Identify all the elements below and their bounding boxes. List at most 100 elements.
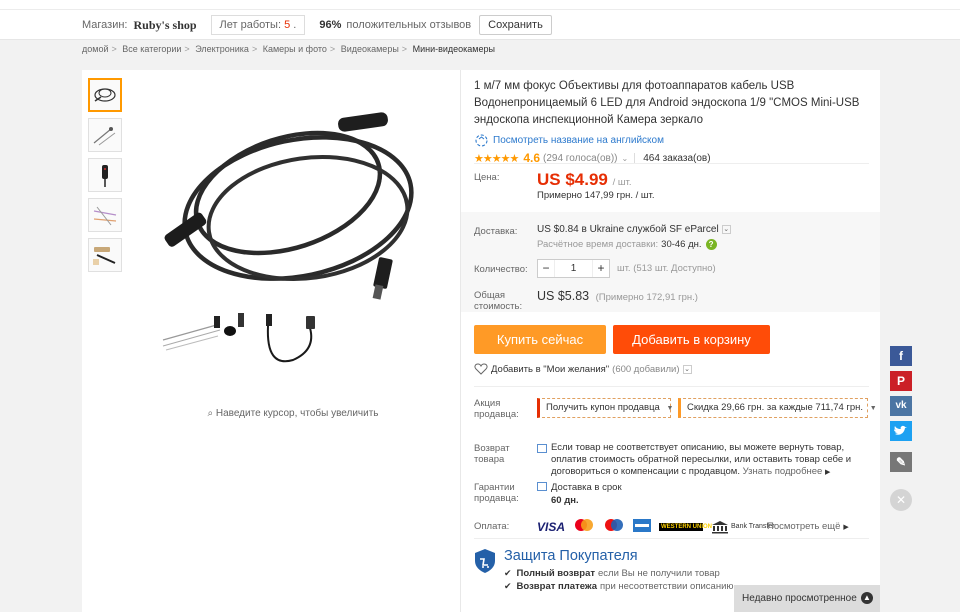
twitter-share-icon[interactable] [890,421,912,441]
guarantee-line1: Доставка в срок [551,482,622,493]
help-icon[interactable]: ? [705,239,717,250]
positive-feedback-text[interactable]: положительных отзывов [346,19,471,31]
breadcrumb-all-categories[interactable]: Все категории [122,44,181,54]
caret-right-icon[interactable]: ▶ [843,523,848,531]
add-to-wishlist[interactable]: Добавить в "Мои желания" (600 добавили) … [474,363,692,375]
shipping-method-dropdown[interactable]: US $0.84 в Ukraine службой SF eParcel ⌄ [537,224,731,235]
votes-dropdown-icon[interactable]: ⌄ [622,154,629,163]
buy-now-button[interactable]: Купить сейчас [474,325,606,354]
protection-item1-rest: если Вы не получили товар [598,568,720,579]
visa-icon: VISA [537,519,566,534]
caret-down-icon[interactable]: ▼ [870,405,877,412]
caret-right-icon[interactable]: ▶ [825,469,830,476]
store-label: Магазин: [82,19,128,31]
discount-threshold: 711,74 грн. [815,402,864,413]
store-name-link[interactable]: Ruby's shop [134,18,197,33]
product-info: 1 м/7 мм фокус Объективы для фотоаппарат… [474,78,869,166]
payment-more-link[interactable]: Посмотреть ещё [767,521,840,532]
quantity-input[interactable]: 1 [554,260,593,277]
zoom-hint: ⌕ Наведите курсор, чтобы увеличить [128,408,458,419]
heart-plus-icon [474,363,488,375]
vk-share-icon[interactable]: vk [890,396,912,416]
protection-item1-bold: Полный возврат [516,568,596,579]
translate-title-link[interactable]: Посмотреть название на английском [474,133,869,148]
breadcrumb-cameras-photo[interactable]: Камеры и фото [263,44,327,54]
returns-label: Возврат товара [474,443,510,465]
guarantee-text: Доставка в срок 60 дн. [551,481,622,507]
shipping-value[interactable]: US $0.84 в Ukraine службой SF eParcel [537,224,719,235]
promo-label-line1: Акция [474,398,501,409]
returns-policy: Если товар не соответствует описанию, вы… [551,442,869,479]
returns-more-link[interactable]: Узнать подробнее [743,466,823,477]
check-icon: ✔ [504,568,512,578]
thumbnail-5[interactable] [88,238,122,272]
add-to-cart-button[interactable]: Добавить в корзину [613,325,770,354]
save-store-button[interactable]: Сохранить [479,15,552,35]
wishlist-text[interactable]: Добавить в "Мои желания" [491,364,609,375]
discount-prefix: Скидка [687,402,719,413]
quantity-label: Количество: [474,264,528,275]
guarantee-line2: 60 дн. [551,495,579,506]
quantity-stepper: − 1 + [537,259,610,278]
breadcrumb-electronics[interactable]: Электроника [195,44,249,54]
recently-viewed-bar[interactable]: Недавно просмотренное ▲ [734,585,880,612]
promo-label: Акция продавца: [474,398,519,420]
discount-dropdown[interactable]: Скидка 29,66 грн. за каждые 711,74 грн. … [678,398,877,418]
positive-feedback-percent: 96% [319,19,342,31]
divider [474,386,869,387]
chevron-up-icon[interactable]: ▲ [861,592,873,604]
mastercard-icon [573,518,595,535]
recently-viewed-label[interactable]: Недавно просмотренное [742,593,857,604]
thumbnail-3[interactable] [88,158,122,192]
thumbnail-4[interactable] [88,198,122,232]
divider [460,70,461,612]
discount-middle: за каждые [766,402,813,413]
breadcrumb-video-cameras[interactable]: Видеокамеры [341,44,399,54]
coupon-text[interactable]: Получить купон продавца [546,402,660,413]
translate-link-text[interactable]: Посмотреть название на английском [493,135,664,146]
quantity-decrease-button[interactable]: − [538,260,554,277]
thumbnail-2[interactable] [88,118,122,152]
top-strip [0,0,960,10]
protection-item2-bold: Возврат платежа [516,581,598,592]
divider [474,163,869,164]
returns-label-line1: Возврат [474,443,510,454]
rating-votes[interactable]: (294 голоса(ов)) [543,153,618,164]
product-main-image[interactable] [128,78,458,408]
delivery-time-label: Расчётное время доставки: [537,239,659,250]
maestro-icon [603,518,625,535]
shipping-label: Доставка: [474,226,518,237]
total-approx: (Примерно 172,91 грн.) [595,292,698,303]
protection-item-refund: ✔ Полный возврат если Вы не получили тов… [504,568,720,579]
magnifier-icon: ⌕ [207,408,214,419]
close-icon[interactable]: ✕ [890,489,912,511]
wishlist-count: (600 добавили) [612,363,680,375]
promo-label-line2: продавца: [474,409,519,420]
product-card: ⌕ Наведите курсор, чтобы увеличить 1 м/7… [82,70,880,612]
thumbnail-list [88,78,124,278]
delivery-truck-icon [537,482,547,491]
guarantee-label: Гарантии продавца: [474,482,519,504]
bank-transfer-icon: Bank Transfer [711,520,775,534]
price-label: Цена: [474,172,500,183]
guarantee-label-line1: Гарантии [474,482,515,493]
facebook-share-icon[interactable]: f [890,346,912,366]
pinterest-share-icon[interactable]: P [890,371,912,391]
chevron-down-icon[interactable]: ⌄ [721,225,731,234]
edit-pencil-icon[interactable]: ✎ [890,452,912,472]
quantity-increase-button[interactable]: + [593,260,609,277]
thumbnail-1[interactable] [88,78,122,112]
zoom-hint-text: Наведите курсор, чтобы увеличить [215,408,379,419]
total-label-line1: Общая [474,290,506,301]
chevron-down-icon[interactable]: ⌄ [682,364,692,374]
price: US $4.99 / шт. [537,170,631,190]
delivery-time: Расчётное время доставки: 30-46 дн. ? [537,239,717,250]
caret-down-icon[interactable]: ▼ [666,405,673,412]
buyer-protection-shield-icon [475,549,495,573]
price-approx: Примерно 147,99 грн. / шт. [537,190,655,201]
years-label: Лет работы: [219,19,282,31]
breadcrumb-mini-cameras[interactable]: Мини-видеокамеры [413,44,495,54]
get-coupon-dropdown[interactable]: Получить купон продавца ▼ [537,398,673,418]
product-title: 1 м/7 мм фокус Объективы для фотоаппарат… [474,80,860,126]
breadcrumb-home[interactable]: домой [82,44,108,54]
